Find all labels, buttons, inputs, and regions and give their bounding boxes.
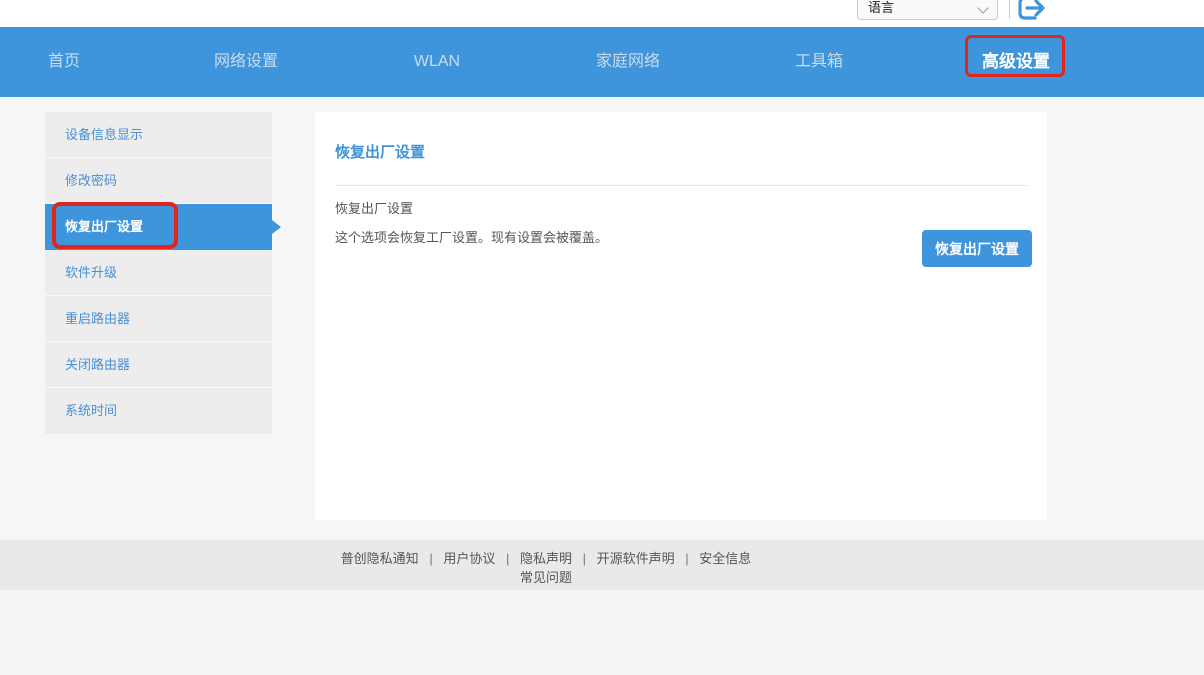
footer-links-row-2: 常见问题 <box>45 568 1047 587</box>
footer-links-row-1: 普创隐私通知 | 用户协议 | 隐私声明 | 开源软件声明 | 安全信息 <box>45 549 1047 568</box>
footer-link-privacy-statement[interactable]: 隐私声明 <box>520 551 572 566</box>
nav-item-network[interactable]: 网络设置 <box>214 27 278 97</box>
footer: 普创隐私通知 | 用户协议 | 隐私声明 | 开源软件声明 | 安全信息 常见问… <box>0 540 1204 590</box>
nav-item-wlan[interactable]: WLAN <box>414 27 460 97</box>
sidebar: 设备信息显示 修改密码 恢复出厂设置 软件升级 重启路由器 关闭路由器 系统时间 <box>45 112 272 434</box>
chevron-down-icon <box>977 2 988 13</box>
nav-item-toolbox[interactable]: 工具箱 <box>795 27 843 97</box>
language-select[interactable]: 语言 <box>857 0 998 20</box>
footer-separator: | <box>429 551 432 566</box>
factory-reset-button[interactable]: 恢复出厂设置 <box>922 230 1032 267</box>
sidebar-item-device-info[interactable]: 设备信息显示 <box>45 112 272 158</box>
language-select-value: 语言 <box>868 0 894 16</box>
topbar: 语言 <box>0 0 1204 27</box>
bottom-background <box>0 590 1204 675</box>
footer-link-open-source[interactable]: 开源软件声明 <box>597 551 675 566</box>
sidebar-item-shutdown-router[interactable]: 关闭路由器 <box>45 342 272 388</box>
nav-item-home[interactable]: 首页 <box>48 27 80 97</box>
logout-icon[interactable] <box>1015 0 1049 27</box>
footer-separator: | <box>685 551 688 566</box>
footer-link-privacy-notice[interactable]: 普创隐私通知 <box>341 551 419 566</box>
sidebar-item-restart-router[interactable]: 重启路由器 <box>45 296 272 342</box>
main-panel: 恢复出厂设置 恢复出厂设置 这个选项会恢复工厂设置。现有设置会被覆盖。 恢复出厂… <box>315 112 1047 520</box>
description-line-1: 恢复出厂设置 <box>335 194 1027 223</box>
footer-link-security-info[interactable]: 安全信息 <box>699 551 751 566</box>
page-title: 恢复出厂设置 <box>335 141 1027 162</box>
footer-separator: | <box>583 551 586 566</box>
footer-link-faq[interactable]: 常见问题 <box>520 570 572 585</box>
sidebar-item-factory-reset[interactable]: 恢复出厂设置 <box>45 204 272 250</box>
sidebar-item-system-time[interactable]: 系统时间 <box>45 388 272 434</box>
sidebar-item-change-password[interactable]: 修改密码 <box>45 158 272 204</box>
nav-item-homenet[interactable]: 家庭网络 <box>596 27 660 97</box>
main-navbar: 首页 网络设置 WLAN 家庭网络 工具箱 高级设置 <box>0 27 1204 97</box>
content-area: 设备信息显示 修改密码 恢复出厂设置 软件升级 重启路由器 关闭路由器 系统时间… <box>0 97 1204 540</box>
title-divider <box>335 185 1027 186</box>
sidebar-item-software-upgrade[interactable]: 软件升级 <box>45 250 272 296</box>
footer-link-user-agreement[interactable]: 用户协议 <box>443 551 495 566</box>
topbar-divider <box>1009 0 1010 19</box>
footer-separator: | <box>506 551 509 566</box>
nav-item-advanced[interactable]: 高级设置 <box>982 27 1050 97</box>
